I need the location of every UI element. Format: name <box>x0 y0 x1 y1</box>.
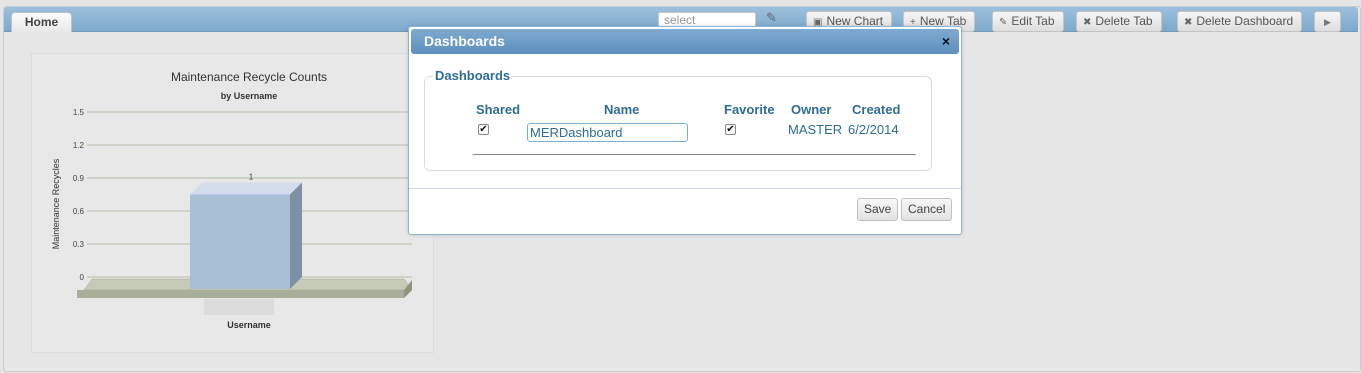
column-header-name: Name <box>604 102 640 117</box>
column-header-owner: Owner <box>791 102 832 117</box>
dashboard-name-input[interactable] <box>527 123 688 142</box>
chart-canvas: Maintenance Recycle Counts by Username M… <box>51 70 413 330</box>
chart-widget: Maintenance Recycle Counts by Username M… <box>31 53 434 353</box>
chart-subtitle: by Username <box>221 91 278 101</box>
x-tick-label-box <box>204 299 274 315</box>
y-tick-label: 1.2 <box>73 141 85 150</box>
created-cell: 6/2/2014 <box>848 122 899 137</box>
pencil-icon[interactable]: ✎ <box>766 10 777 26</box>
modal-header: Dashboards × <box>411 29 959 54</box>
bar-top <box>190 182 302 195</box>
y-tick-label: 1.5 <box>73 108 85 117</box>
shared-checkbox[interactable]: ✔ <box>478 124 489 135</box>
arrow-right-icon: ▶ <box>1324 17 1331 27</box>
y-tick-label: 0.6 <box>73 207 85 216</box>
column-header-created: Created <box>852 102 901 117</box>
fieldset-legend: Dashboards <box>433 68 513 83</box>
y-tick-label: 0.3 <box>73 240 85 249</box>
tab-home[interactable]: Home <box>11 12 72 32</box>
column-header-favorite: Favorite <box>724 102 775 117</box>
delete-tab-button[interactable]: ✖ Delete Tab <box>1076 11 1162 32</box>
bar-side <box>290 182 302 289</box>
chart-title: Maintenance Recycle Counts <box>171 70 327 84</box>
x-axis-label: Username <box>227 320 271 330</box>
edit-tab-button[interactable]: ✎ Edit Tab <box>992 11 1064 32</box>
owner-cell: MASTER <box>788 122 843 137</box>
chart-select[interactable]: select <box>658 12 756 27</box>
more-tabs-button[interactable]: ▶ <box>1314 11 1341 32</box>
y-axis-label: Maintenance Recycles <box>51 158 61 249</box>
edit-tab-label: Edit Tab <box>1011 14 1055 28</box>
modal-title: Dashboards <box>424 33 505 49</box>
delete-dashboard-label: Delete Dashboard <box>1196 14 1294 28</box>
data-label: 1 <box>249 173 254 182</box>
cancel-button[interactable]: Cancel <box>901 198 953 221</box>
save-button[interactable]: Save <box>857 198 899 221</box>
column-header-shared: Shared <box>476 102 521 117</box>
chart-floor-front <box>77 290 412 298</box>
delete-tab-label: Delete Tab <box>1095 14 1153 28</box>
dashboards-modal: Dashboards × Dashboards Shared Name Favo… <box>408 26 962 235</box>
y-tick-label: 0 <box>80 273 85 282</box>
close-icon: ✖ <box>1083 17 1092 28</box>
bar <box>190 194 290 289</box>
y-tick-label: 0.9 <box>73 174 85 183</box>
delete-dashboard-button[interactable]: ✖ Delete Dashboard <box>1177 11 1303 32</box>
close-icon: ✖ <box>1184 17 1193 28</box>
pencil-icon: ✎ <box>999 17 1008 28</box>
close-icon[interactable]: × <box>942 33 950 49</box>
favorite-checkbox[interactable]: ✔ <box>725 124 736 135</box>
modal-footer-divider <box>409 188 961 189</box>
row-divider <box>473 154 916 155</box>
